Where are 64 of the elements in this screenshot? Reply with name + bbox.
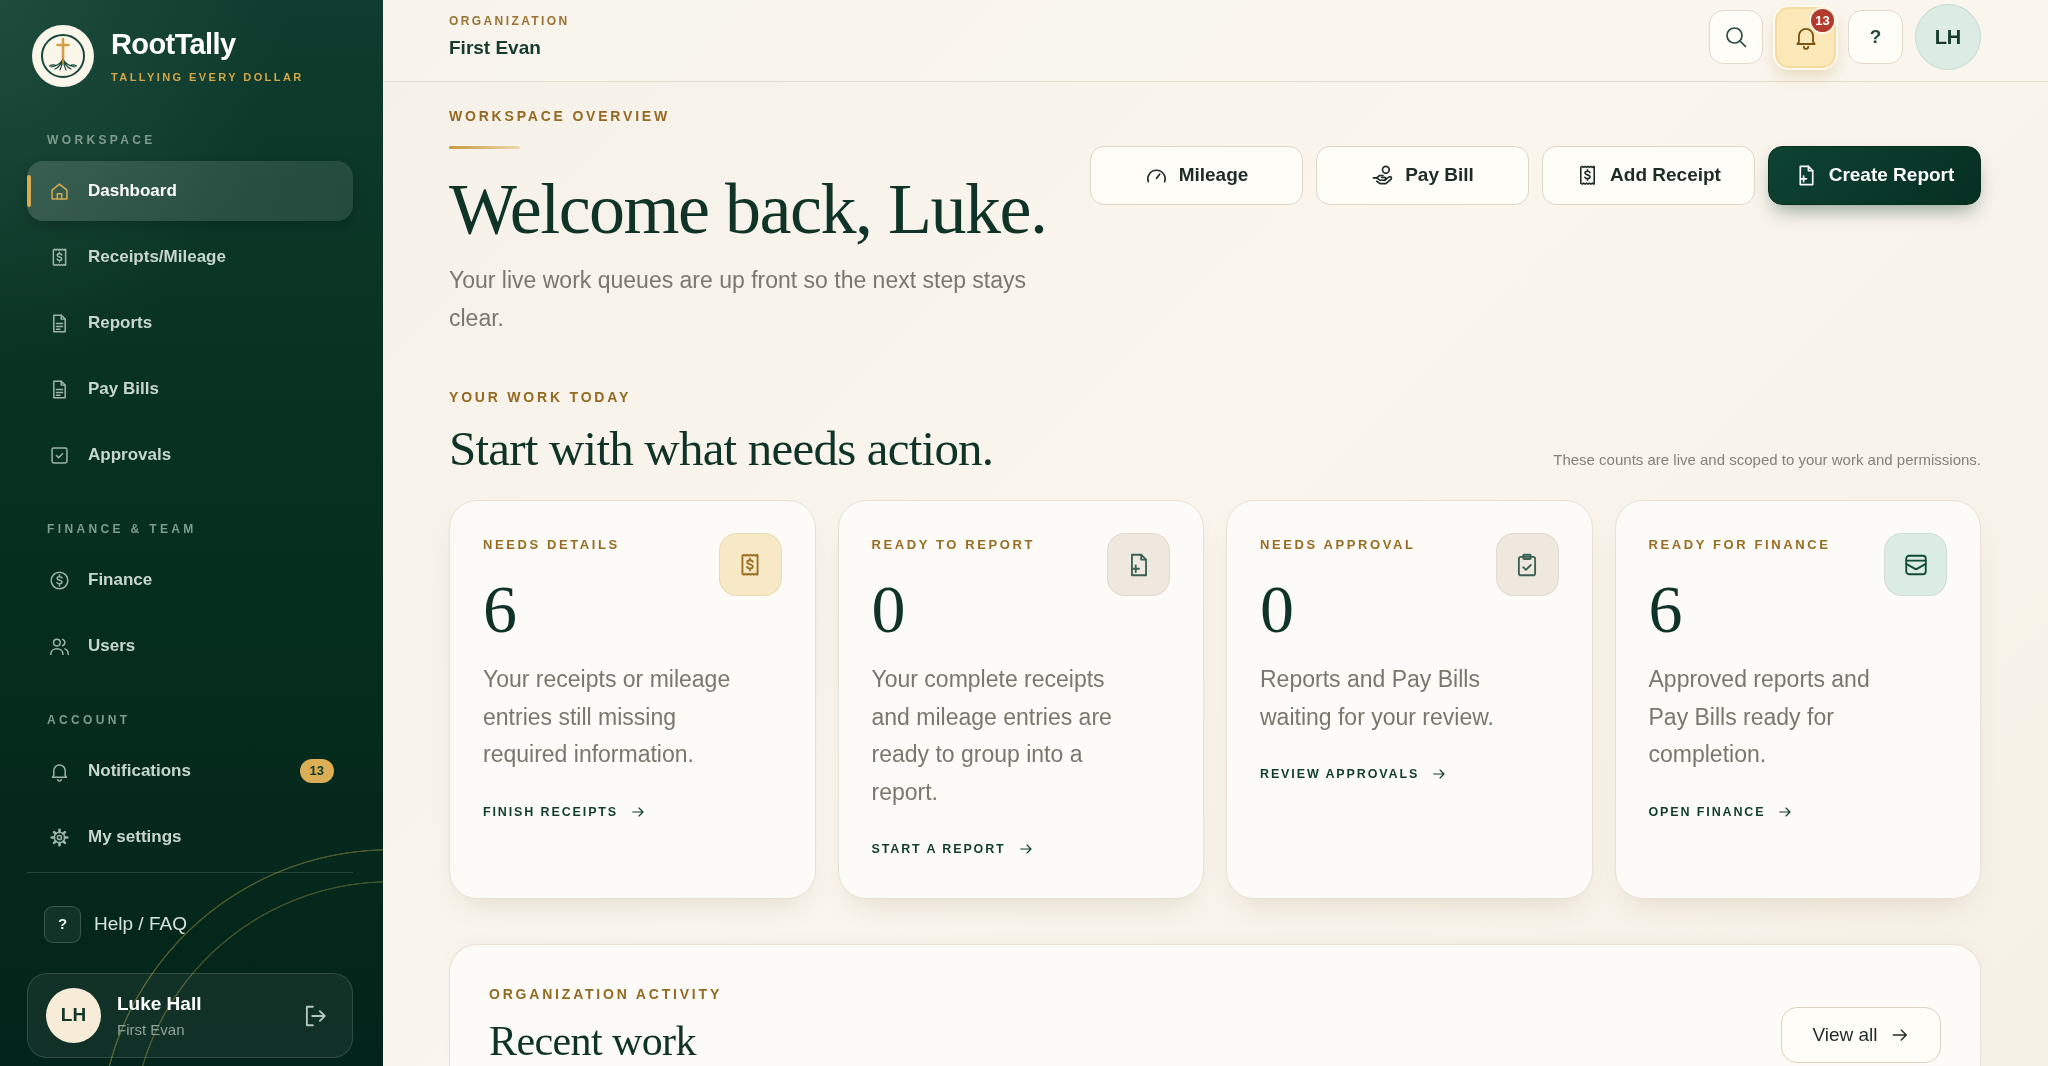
section-eyebrow: ORGANIZATION ACTIVITY bbox=[489, 986, 722, 1002]
sidebar-item[interactable]: Pay Bills bbox=[27, 359, 353, 419]
sidebar-item[interactable]: Finance bbox=[27, 550, 353, 610]
question-icon: ? bbox=[44, 906, 81, 943]
section-label: ACCOUNT bbox=[47, 712, 131, 728]
count-value: 6 bbox=[1648, 575, 1683, 643]
brand-name: RootTally bbox=[111, 28, 236, 60]
action-link[interactable]: FINISH RECEIPTS bbox=[483, 802, 647, 821]
house-icon bbox=[49, 180, 70, 202]
user-organization: First Evan bbox=[117, 1019, 185, 1040]
checkbox-icon bbox=[49, 444, 70, 466]
sidebar-item[interactable]: Receipts/Mileage bbox=[27, 227, 353, 287]
count-value: 0 bbox=[871, 575, 906, 643]
create-report-button[interactable]: Create Report bbox=[1768, 146, 1981, 205]
sidebar-item[interactable]: Approvals bbox=[27, 425, 353, 485]
organization-name: First Evan bbox=[449, 36, 541, 60]
section-heading: Start with what needs action. bbox=[449, 421, 994, 476]
card-label: NEEDS APPROVAL bbox=[1260, 537, 1416, 553]
section-heading: Recent work bbox=[489, 1018, 696, 1064]
sidebar-item[interactable]: Dashboard bbox=[27, 161, 353, 221]
count-value: 0 bbox=[1260, 575, 1294, 643]
section-eyebrow: WORKSPACE OVERVIEW bbox=[449, 108, 670, 124]
help-link[interactable]: ? Help / FAQ bbox=[44, 906, 187, 943]
card-label: READY FOR FINANCE bbox=[1648, 537, 1831, 553]
search-icon bbox=[1724, 25, 1748, 49]
sidebar-item[interactable]: Notifications 13 bbox=[27, 741, 353, 801]
section-label: FINANCE & TEAM bbox=[47, 521, 197, 537]
user-name: Luke Hall bbox=[117, 991, 202, 1016]
welcome-heading: Welcome back, Luke. bbox=[449, 172, 1047, 246]
card-description: Your complete receipts and mileage entries are ready to group into a report. bbox=[871, 665, 1113, 807]
search-button[interactable] bbox=[1709, 10, 1763, 64]
count-value: 6 bbox=[483, 575, 517, 643]
dollar-circle-icon bbox=[49, 569, 70, 591]
user-avatar: LH bbox=[46, 988, 101, 1043]
help-button[interactable]: ? bbox=[1848, 10, 1903, 64]
section-note: These counts are live and scoped to your work and permissions. bbox=[1553, 450, 1981, 470]
organization-label: ORGANIZATION bbox=[449, 14, 570, 28]
brand-tagline: TALLYING EVERY DOLLAR bbox=[111, 70, 304, 84]
accent-rule bbox=[449, 146, 520, 149]
user-avatar[interactable]: LH bbox=[1915, 4, 1981, 70]
cross-roots-icon bbox=[32, 25, 94, 87]
sidebar-item[interactable]: My settings bbox=[27, 807, 353, 867]
welcome-subtitle: Your live work queues are up front so the next step stays clear. bbox=[449, 266, 1028, 333]
pay-bill-button[interactable]: Pay Bill bbox=[1316, 146, 1529, 205]
action-link[interactable]: OPEN FINANCE bbox=[1648, 802, 1794, 821]
sidebar-item[interactable]: Users bbox=[27, 616, 353, 676]
card-label: NEEDS DETAILS bbox=[483, 537, 620, 553]
view-all-button[interactable]: View all bbox=[1781, 1007, 1941, 1063]
card-description: Reports and Pay Bills waiting for your review. bbox=[1260, 665, 1495, 732]
sidebar-item[interactable]: Reports bbox=[27, 293, 353, 353]
notification-count: 13 bbox=[1809, 6, 1836, 34]
card-description: Your receipts or mileage entries still missing required information. bbox=[483, 665, 732, 770]
section-eyebrow: YOUR WORK TODAY bbox=[449, 389, 631, 405]
add-receipt-button[interactable]: Add Receipt bbox=[1542, 146, 1755, 205]
section-label: WORKSPACE bbox=[47, 132, 156, 148]
card-label: READY TO REPORT bbox=[871, 537, 1035, 553]
action-link[interactable]: START A REPORT bbox=[871, 840, 1034, 859]
gear-icon bbox=[49, 826, 70, 848]
hand-coin-icon bbox=[1371, 164, 1395, 187]
notification-count: 13 bbox=[299, 759, 334, 783]
notifications-button[interactable]: 13 bbox=[1775, 6, 1836, 68]
card-description: Approved reports and Pay Bills ready for completion. bbox=[1648, 665, 1871, 770]
mileage-button[interactable]: Mileage bbox=[1090, 146, 1303, 205]
action-link[interactable]: REVIEW APPROVALS bbox=[1260, 765, 1448, 784]
